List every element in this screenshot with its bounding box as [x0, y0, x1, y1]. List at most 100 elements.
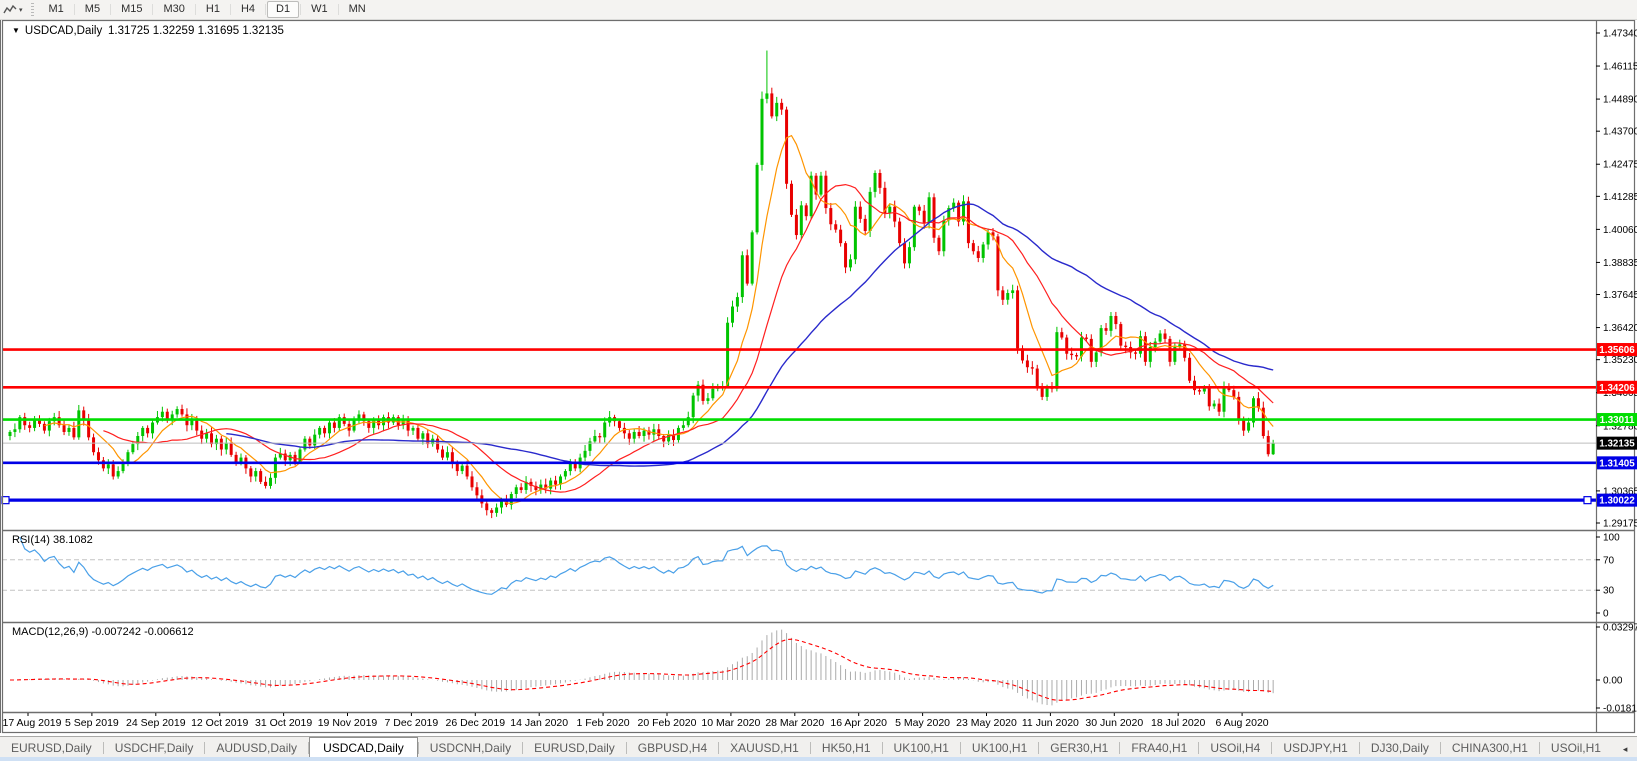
date-tick-label: 5 May 2020 — [895, 717, 950, 729]
macd-scale-label: 0.00 — [1603, 676, 1623, 687]
price-tick-label: 1.29175 — [1603, 519, 1637, 530]
high-value: 1.32259 — [152, 25, 195, 37]
rsi-scale-label: 100 — [1603, 533, 1620, 544]
date-tick-label: 10 Mar 2020 — [701, 717, 760, 729]
bottom-tab-UK100-H1[interactable]: UK100,H1 — [883, 739, 960, 758]
moving-average-8 — [44, 134, 1274, 505]
svg-text:1.32135: 1.32135 — [1599, 439, 1635, 450]
date-tick-label: 14 Jan 2020 — [510, 717, 568, 729]
date-tick-label: 20 Feb 2020 — [638, 717, 697, 729]
chart-window-border — [1, 19, 1636, 734]
chart-line-icon — [3, 4, 17, 13]
close-value: 1.32135 — [242, 25, 284, 37]
time-axis[interactable]: 17 Aug 2019 5 Sep 2019 24 Sep 2019 12 Oct 2… — [3, 713, 1269, 729]
macd-signal-line — [10, 638, 1274, 701]
bottom-tab-USDCAD-Daily[interactable]: USDCAD,Daily — [309, 737, 418, 759]
price-tick-label: 1.40060 — [1603, 225, 1637, 236]
date-tick-label: 1 Feb 2020 — [577, 717, 630, 729]
svg-text:1.31405: 1.31405 — [1599, 458, 1635, 469]
macd-scale-label: -0.018154 — [1603, 704, 1637, 715]
price-tick-label: 1.47340 — [1603, 29, 1637, 40]
price-tick-label: 1.42475 — [1603, 160, 1637, 171]
price-badge-1.32135: 1.32135 — [1597, 436, 1637, 450]
bottom-tab-GER30-H1[interactable]: GER30,H1 — [1039, 739, 1119, 758]
date-tick-label: 11 Jun 2020 — [1022, 717, 1079, 729]
tabs-scroll-right-icon[interactable]: ▸ — [1632, 744, 1637, 755]
timeframe-button-M1[interactable]: M1 — [40, 1, 73, 18]
line-handle[interactable] — [1583, 496, 1592, 505]
price-tick-label: 1.43700 — [1603, 127, 1637, 138]
timeframe-button-M5[interactable]: M5 — [76, 1, 109, 18]
bottom-tab-XAUUSD-H1[interactable]: XAUUSD,H1 — [719, 739, 810, 758]
bottom-tab-EURUSD-Daily[interactable]: EURUSD,Daily — [523, 739, 626, 758]
date-tick-label: 30 Jun 2020 — [1085, 717, 1143, 729]
symbol-dropdown-icon[interactable]: ▼ — [12, 26, 20, 35]
date-tick-label: 19 Nov 2019 — [318, 717, 378, 729]
price-tick-label: 1.46115 — [1603, 62, 1637, 73]
bottom-tab-USOil-H1[interactable]: USOil,H1 — [1540, 739, 1612, 758]
rsi-scale-label: 0 — [1603, 609, 1609, 620]
price-axis[interactable]: 1.47340 1.46115 1.44890 1.43700 1.42475 1.412… — [1596, 29, 1637, 530]
macd-histogram — [14, 629, 1274, 706]
price-tick-label: 1.38835 — [1603, 258, 1637, 269]
timeframe-button-W1[interactable]: W1 — [302, 1, 337, 18]
price-badge-1.31405: 1.31405 — [1597, 456, 1637, 470]
price-badge-1.30022: 1.30022 — [1597, 493, 1637, 507]
bottom-tab-AUDUSD-Daily[interactable]: AUDUSD,Daily — [205, 739, 308, 758]
macd-indicator-label: MACD(12,26,9) -0.007242 -0.006612 — [12, 626, 194, 638]
price-tick-label: 1.41285 — [1603, 192, 1637, 203]
timeframe-button-H4[interactable]: H4 — [232, 1, 264, 18]
svg-text:1.34206: 1.34206 — [1599, 383, 1635, 394]
timeframe-button-D1[interactable]: D1 — [267, 1, 300, 18]
svg-text:1.33011: 1.33011 — [1600, 415, 1635, 426]
bottom-tab-UK100-H1[interactable]: UK100,H1 — [961, 739, 1038, 758]
price-badge-1.33011: 1.33011 — [1597, 413, 1637, 427]
rsi-scale-label: 30 — [1603, 586, 1615, 597]
status-strip — [0, 757, 1637, 761]
chart-tab-bar: EURUSD,Daily USDCHF,Daily AUDUSD,Daily USDC… — [0, 736, 1637, 759]
tabs-scroll-left-icon[interactable]: ◂ — [1618, 744, 1633, 755]
chart-title: ▼ USDCAD,Daily 1.31725 1.32259 1.31695 1.… — [12, 25, 284, 37]
timeframe-button-MN[interactable]: MN — [340, 1, 375, 18]
bottom-tab-USOil-H4[interactable]: USOil,H4 — [1199, 739, 1271, 758]
rsi-indicator-label: RSI(14) 38.1082 — [12, 534, 93, 546]
horizontal-line-1.30022[interactable] — [1, 496, 1596, 505]
rsi-line — [19, 536, 1274, 595]
price-tick-label: 1.35230 — [1603, 355, 1637, 366]
svg-text:1.30022: 1.30022 — [1599, 496, 1635, 507]
bottom-tab-USDJPY-H1[interactable]: USDJPY,H1 — [1272, 739, 1358, 758]
svg-text:1.35606: 1.35606 — [1599, 345, 1635, 356]
timeframe-button-M30[interactable]: M30 — [154, 1, 193, 18]
toolbar-grip[interactable] — [30, 3, 34, 16]
date-tick-label: 6 Aug 2020 — [1216, 717, 1269, 729]
date-tick-label: 12 Oct 2019 — [191, 717, 248, 729]
date-tick-label: 23 May 2020 — [956, 717, 1017, 729]
price-tick-label: 1.37645 — [1603, 290, 1637, 301]
rsi-scale-label: 70 — [1603, 555, 1615, 566]
date-tick-label: 7 Dec 2019 — [385, 717, 439, 729]
bottom-tab-DJ30-Daily[interactable]: DJ30,Daily — [1360, 739, 1440, 758]
bottom-tab-USDCNH-Daily[interactable]: USDCNH,Daily — [419, 739, 522, 758]
date-tick-label: 18 Jul 2020 — [1151, 717, 1205, 729]
bottom-tab-HK50-H1[interactable]: HK50,H1 — [811, 739, 882, 758]
date-tick-label: 17 Aug 2019 — [3, 717, 62, 729]
bottom-tab-CHINA300-H1[interactable]: CHINA300,H1 — [1441, 739, 1539, 758]
dropdown-caret-icon[interactable]: ▾ — [19, 6, 23, 14]
timeframe-button-H1[interactable]: H1 — [197, 1, 229, 18]
moving-average-20 — [103, 183, 1274, 493]
date-tick-label: 28 Mar 2020 — [765, 717, 824, 729]
bottom-tab-EURUSD-Daily[interactable]: EURUSD,Daily — [0, 739, 103, 758]
bottom-tab-GBPUSD-H4[interactable]: GBPUSD,H4 — [627, 739, 718, 758]
low-value: 1.31695 — [197, 25, 240, 37]
bottom-tab-USDCHF-Daily[interactable]: USDCHF,Daily — [104, 739, 205, 758]
price-badge-1.35606: 1.35606 — [1597, 343, 1637, 357]
date-tick-label: 24 Sep 2019 — [126, 717, 186, 729]
date-tick-label: 5 Sep 2019 — [65, 717, 119, 729]
timeframe-toolbar: ▾ M1 M5 M15 M30 H1 H4 D1 W1 MN — [0, 0, 1637, 20]
bottom-tab-FRA40-H1[interactable]: FRA40,H1 — [1120, 739, 1198, 758]
price-chart: 1.47340 1.46115 1.44890 1.43700 1.42475 1.412… — [0, 19, 1637, 734]
chart-tools-button[interactable]: ▾ — [0, 4, 27, 16]
timeframe-button-M15[interactable]: M15 — [112, 1, 151, 18]
price-tick-label: 1.44890 — [1603, 95, 1637, 106]
date-tick-label: 26 Dec 2019 — [446, 717, 506, 729]
